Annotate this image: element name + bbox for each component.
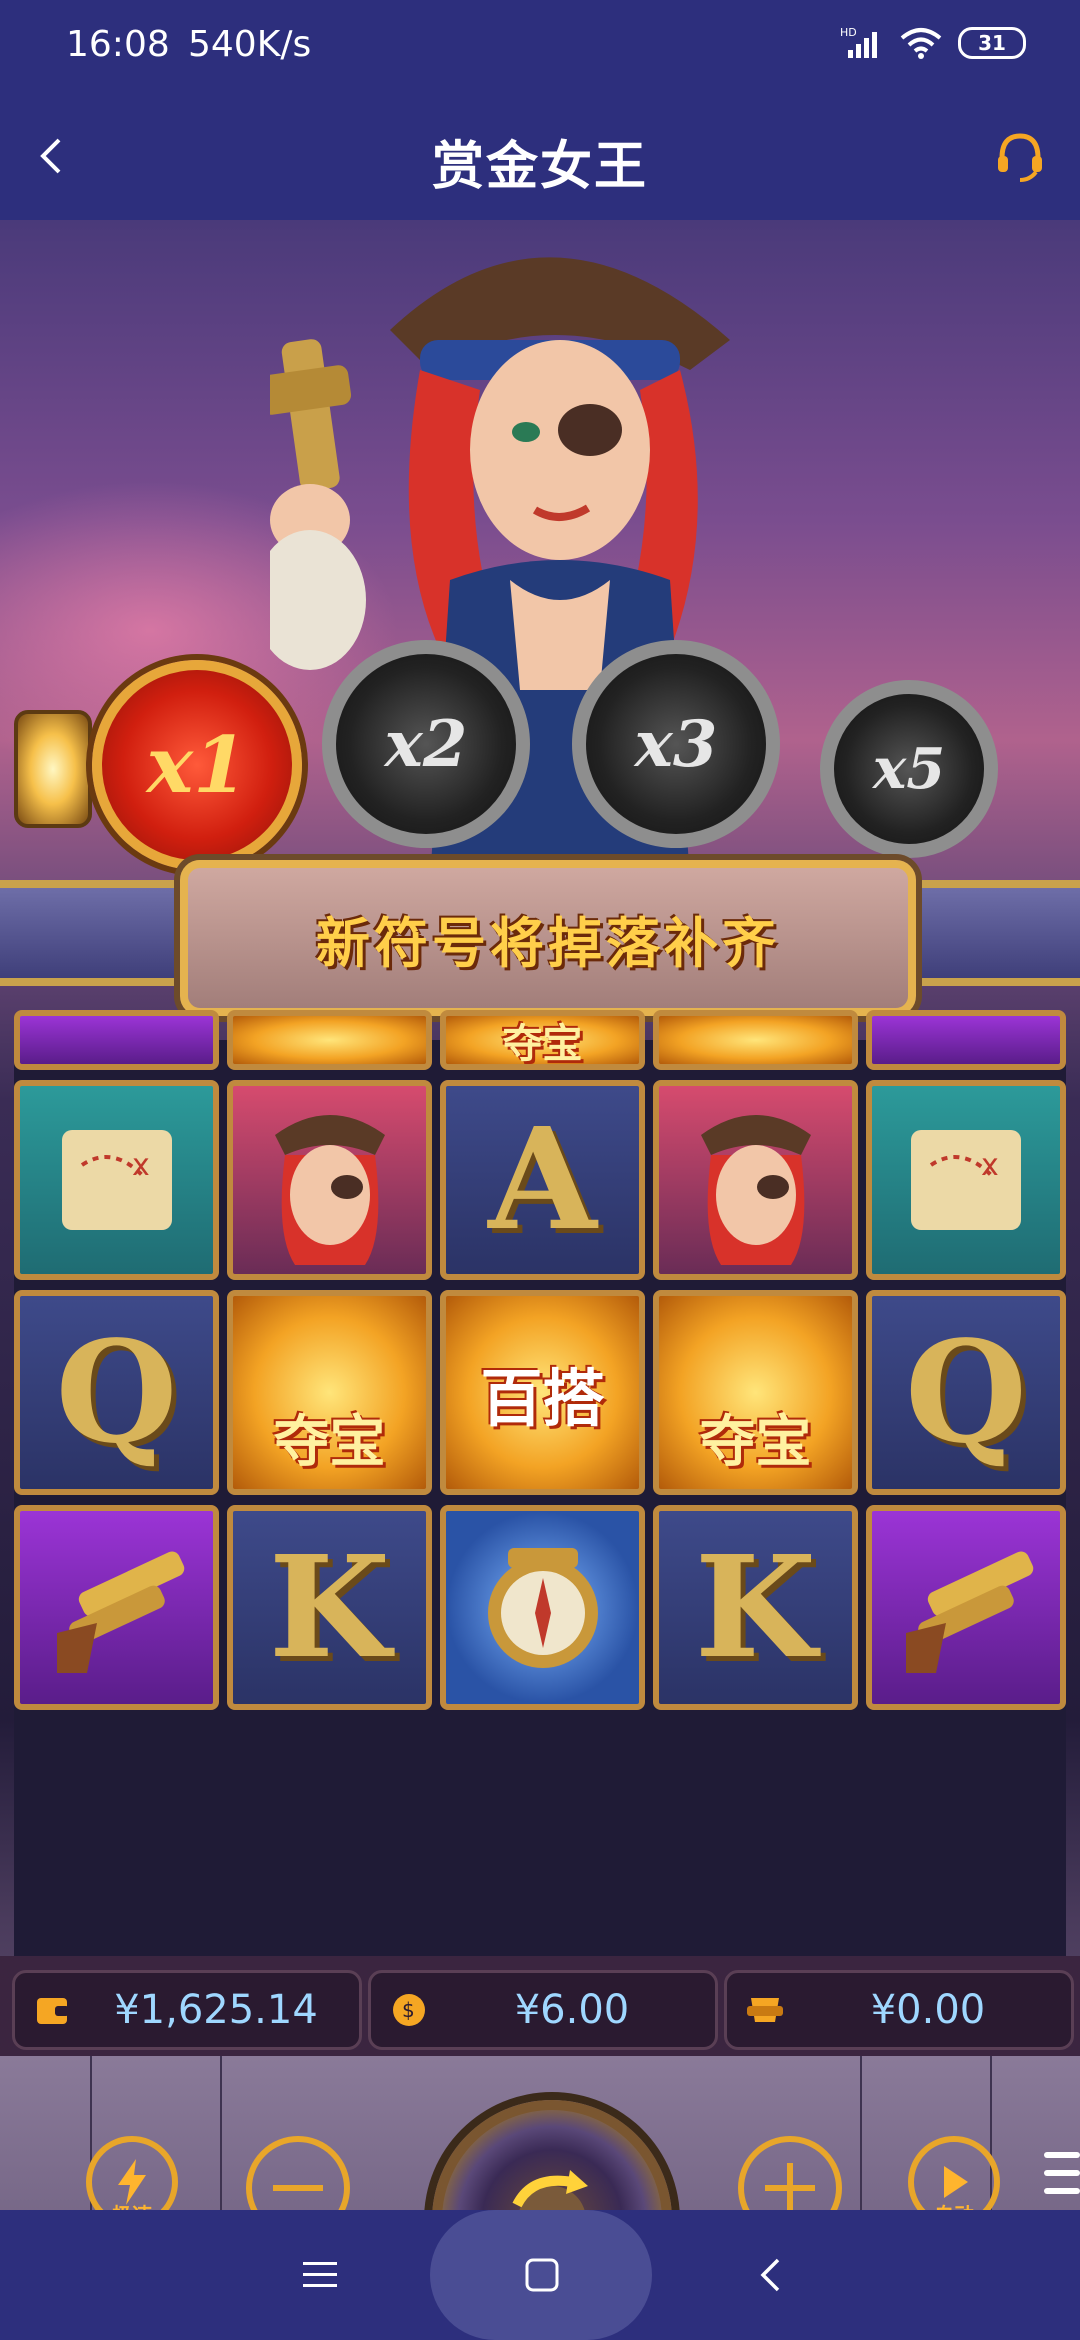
decrease-bet-button[interactable] (246, 2136, 350, 2210)
reel-cell-partial (227, 1010, 432, 1070)
increase-bet-button[interactable] (738, 2136, 842, 2210)
coins-icon: $ (393, 1994, 425, 2026)
status-time: 16:08 (66, 24, 170, 65)
multiplier-barrel-x5: x5 (820, 680, 998, 858)
minus-icon (273, 2185, 323, 2191)
nav-home-button[interactable] (512, 2245, 572, 2305)
reel-cell (14, 1505, 219, 1710)
reel-cell: K (227, 1505, 432, 1710)
reel-cell: Q (866, 1290, 1066, 1495)
reel-cell-scatter: 夺宝 (653, 1290, 858, 1495)
play-icon (944, 2166, 968, 2198)
prize-icon (747, 1998, 783, 2022)
symbol-label: K (268, 1525, 391, 1690)
signal-icon: HD (840, 26, 877, 58)
multiplier-barrel-x3: x3 (572, 640, 780, 848)
reel-cell (866, 1505, 1066, 1710)
autoplay-button[interactable]: 自动 (908, 2136, 1000, 2210)
reel-cell (440, 1505, 645, 1710)
bet-amount: $ ¥6.00 (368, 1970, 718, 2050)
multiplier-barrel-x2: x2 (322, 640, 530, 848)
pirate-lady-icon (700, 1115, 811, 1265)
support-button[interactable] (990, 126, 1050, 186)
title-bar: 赏金女王 (0, 90, 1080, 220)
reel-cell: x (14, 1080, 219, 1280)
compass-icon (487, 1547, 598, 1668)
menu-icon-line (1044, 2170, 1080, 2176)
headset-icon (998, 133, 1042, 182)
reel-cell-partial: 夺宝 (440, 1010, 645, 1070)
turbo-label: 极速 (112, 2199, 152, 2210)
autoplay-label: 自动 (934, 2199, 974, 2210)
battery-icon: 31 (958, 27, 1026, 59)
system-nav-bar (0, 2210, 1080, 2340)
reel-cell-scatter: 夺宝 (227, 1290, 432, 1495)
deck-plank (220, 2056, 222, 2210)
game-canvas[interactable]: x1 x2 x3 x5 新符号将掉落补齐 夺宝 x A x Q 夺宝 百搭 夺宝… (0, 220, 1080, 2210)
symbol-label: 夺宝 (502, 1021, 583, 1067)
slot-reels: 夺宝 x A x Q 夺宝 百搭 夺宝 Q K K (14, 1010, 1066, 1960)
menu-icon-line (1044, 2188, 1080, 2194)
info-banner: 新符号将掉落补齐 (180, 860, 916, 1016)
reel-cell: Q (14, 1290, 219, 1495)
svg-text:$: $ (402, 1998, 415, 2022)
page-title: 赏金女王 (431, 137, 648, 197)
wifi-icon (900, 28, 942, 59)
reel-cell (653, 1080, 858, 1280)
menu-icon (1044, 2152, 1080, 2158)
reel-cell (227, 1080, 432, 1280)
deck-plank (860, 2056, 862, 2210)
treasure-map-icon: x (911, 1130, 1021, 1230)
control-panel: 极速 自动 (0, 2056, 1080, 2210)
symbol-label: Q (55, 1310, 178, 1475)
status-icons: HD 31 (840, 26, 1026, 60)
symbol-label: A (488, 1098, 597, 1262)
symbol-label: Q (905, 1310, 1027, 1475)
wallet-balance: ¥1,625.14 (12, 1970, 362, 2050)
hamburger-icon (303, 2262, 337, 2287)
pirate-lady-icon (274, 1115, 385, 1265)
treasure-map-icon: x (61, 1130, 172, 1230)
svg-text:x: x (132, 1148, 150, 1183)
balance-bar: ¥1,625.14 $ ¥6.00 ¥0.00 (0, 1956, 1080, 2056)
nav-back-button[interactable] (740, 2245, 800, 2305)
reel-cell-partial (653, 1010, 858, 1070)
banner-text: 新符号将掉落补齐 (316, 911, 780, 975)
nav-menu-button[interactable] (290, 2245, 350, 2305)
win-amount: ¥0.00 (724, 1970, 1074, 2050)
hd-label: HD (840, 26, 857, 39)
symbol-label: 夺宝 (273, 1410, 386, 1475)
plus-icon (765, 2163, 815, 2210)
status-bar: 16:08 540K/s HD 31 (0, 0, 1080, 90)
reel-cell: x (866, 1080, 1066, 1280)
pistol-icon (906, 1550, 1034, 1673)
reel-cell-partial (866, 1010, 1066, 1070)
reel-cell: A (440, 1080, 645, 1280)
symbol-label: 百搭 (480, 1361, 605, 1435)
reel-cell-wild: 百搭 (440, 1290, 645, 1495)
lantern-decoration (14, 710, 92, 828)
svg-text:x: x (981, 1148, 999, 1183)
square-icon (525, 2258, 559, 2292)
game-menu-button[interactable] (1040, 2146, 1080, 2206)
turbo-button[interactable]: 极速 (86, 2136, 178, 2210)
network-speed: 540K/s (188, 24, 312, 65)
wallet-balance-value: ¥1,625.14 (114, 1987, 318, 2033)
symbol-label: K (694, 1525, 817, 1690)
win-amount-value: ¥0.00 (870, 1987, 986, 2033)
spin-arrows-icon (512, 2170, 588, 2210)
multiplier-barrel-x1: x1 (92, 660, 302, 870)
bet-amount-value: ¥6.00 (514, 1987, 630, 2033)
reel-cell: K (653, 1505, 858, 1710)
pistol-icon (56, 1550, 184, 1673)
symbol-label: 夺宝 (699, 1410, 812, 1475)
reel-cell-partial (14, 1010, 219, 1070)
spin-button[interactable] (432, 2100, 672, 2210)
wallet-icon (37, 1998, 69, 2024)
chevron-left-icon (760, 2258, 780, 2292)
